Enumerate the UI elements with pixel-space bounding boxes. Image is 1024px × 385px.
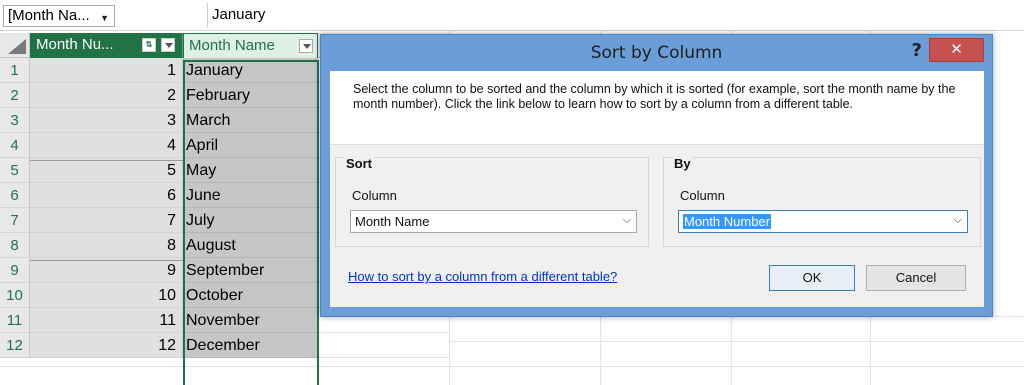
formula-value[interactable]: January — [212, 6, 265, 23]
grid-line — [0, 366, 1024, 367]
close-icon: ✕ — [950, 41, 963, 58]
month-name-cell[interactable]: February — [183, 83, 318, 108]
month-name-cell[interactable]: December — [183, 333, 318, 358]
by-column-select[interactable]: Month Number ⌵ — [678, 210, 968, 233]
row-number[interactable]: 6 — [0, 183, 30, 208]
month-number-cell[interactable]: 11 — [30, 308, 183, 333]
sort-group: Sort Column Month Name ⌵ — [335, 156, 649, 247]
column-header-label: Month Nu... — [36, 36, 114, 53]
filter-dropdown-icon[interactable] — [299, 39, 313, 53]
row-group-divider — [30, 260, 183, 261]
ok-button[interactable]: OK — [769, 265, 855, 291]
chevron-down-icon[interactable]: ⌵ — [623, 214, 631, 227]
row-number[interactable]: 10 — [0, 283, 30, 308]
month-name-cell[interactable]: November — [183, 308, 318, 333]
empty-cell[interactable] — [318, 333, 449, 358]
by-group: By Column Month Number ⌵ — [663, 156, 981, 247]
month-name-cell[interactable]: October — [183, 283, 318, 308]
row-number[interactable]: 2 — [0, 83, 30, 108]
help-icon[interactable]: ? — [912, 40, 922, 61]
row-number[interactable]: 3 — [0, 108, 30, 133]
row-number[interactable]: 9 — [0, 258, 30, 283]
row-number[interactable]: 1 — [0, 58, 30, 83]
select-all-corner[interactable] — [0, 33, 30, 58]
month-name-cell[interactable]: June — [183, 183, 318, 208]
month-name-cell[interactable]: January — [183, 58, 318, 83]
sort-column-value: Month Name — [355, 214, 430, 229]
sort-column-select[interactable]: Month Name ⌵ — [350, 210, 637, 233]
formula-bar: [Month Na... ▼ January — [0, 0, 1024, 31]
by-group-title: By — [672, 156, 693, 171]
sort-group-title: Sort — [344, 156, 374, 171]
close-button[interactable]: ✕ — [929, 38, 984, 62]
row-number[interactable]: 11 — [0, 308, 30, 333]
month-name-cell[interactable]: May — [183, 158, 318, 183]
row-number[interactable]: 8 — [0, 233, 30, 258]
column-header-month-name[interactable]: Month Name — [183, 33, 318, 58]
month-number-cell[interactable]: 1 — [30, 58, 183, 83]
month-number-cell[interactable]: 5 — [30, 158, 183, 183]
month-number-cell[interactable]: 12 — [30, 333, 183, 358]
month-number-cell[interactable]: 8 — [30, 233, 183, 258]
month-number-cell[interactable]: 6 — [30, 183, 183, 208]
month-name-cell[interactable]: August — [183, 233, 318, 258]
dialog-title: Sort by Column — [590, 43, 723, 63]
filter-dropdown-icon[interactable] — [161, 38, 175, 52]
month-number-cell[interactable]: 9 — [30, 258, 183, 283]
dropdown-arrow-icon[interactable]: ▼ — [100, 9, 109, 27]
chevron-down-icon[interactable]: ⌵ — [954, 214, 962, 227]
column-header-month-number[interactable]: Month Nu... ⇅ — [30, 33, 183, 58]
month-number-cell[interactable]: 4 — [30, 133, 183, 158]
corner-triangle-icon — [8, 39, 26, 54]
by-column-value: Month Number — [683, 214, 771, 229]
month-name-cell[interactable]: April — [183, 133, 318, 158]
month-name-cell[interactable]: March — [183, 108, 318, 133]
formula-bar-separator — [207, 3, 208, 28]
dialog-body: Select the column to be sorted and the c… — [330, 71, 984, 307]
dialog-description: Select the column to be sorted and the c… — [353, 82, 956, 111]
by-column-label: Column — [680, 188, 725, 203]
help-link[interactable]: How to sort by a column from a different… — [348, 269, 617, 284]
column-header-label: Month Name — [189, 37, 275, 54]
month-number-cell[interactable]: 3 — [30, 108, 183, 133]
month-name-cell[interactable]: July — [183, 208, 318, 233]
month-number-cell[interactable]: 2 — [30, 83, 183, 108]
row-number[interactable]: 4 — [0, 133, 30, 158]
cancel-button[interactable]: Cancel — [866, 265, 966, 291]
name-box[interactable]: [Month Na... ▼ — [3, 5, 115, 27]
row-number[interactable]: 5 — [0, 158, 30, 183]
row-group-divider — [30, 160, 183, 161]
row-number[interactable]: 12 — [0, 333, 30, 358]
sort-by-column-icon[interactable]: ⇅ — [142, 38, 156, 52]
sort-column-label: Column — [352, 188, 397, 203]
month-name-cell[interactable]: September — [183, 258, 318, 283]
name-box-text: [Month Na... — [8, 7, 90, 24]
month-number-cell[interactable]: 10 — [30, 283, 183, 308]
sort-by-column-dialog: Sort by Column ? ✕ Select the column to … — [320, 34, 993, 317]
description-area: Select the column to be sorted and the c… — [330, 71, 984, 145]
row-number[interactable]: 7 — [0, 208, 30, 233]
month-number-cell[interactable]: 7 — [30, 208, 183, 233]
table-row[interactable]: 12 12 December — [0, 333, 449, 358]
